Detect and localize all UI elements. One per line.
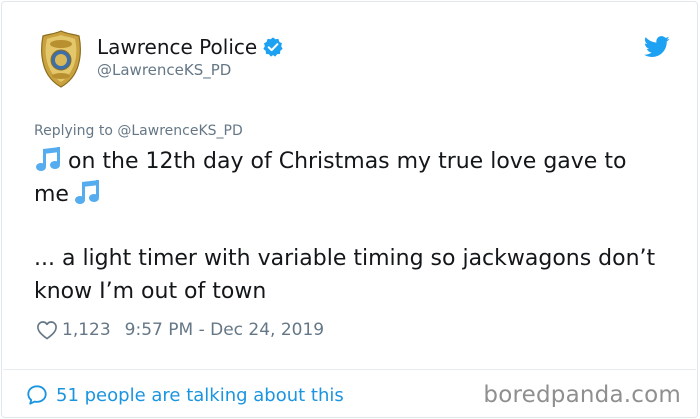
tweet-timestamp[interactable]: 9:57 PM - Dec 24, 2019 xyxy=(125,320,324,340)
footer-divider xyxy=(3,369,696,370)
verified-icon xyxy=(263,37,283,57)
tweet-meta: 1,123 9:57 PM - Dec 24, 2019 xyxy=(36,320,324,340)
tweet-text: on the 12th day of Christmas my true lov… xyxy=(34,146,664,308)
music-notes-icon xyxy=(36,147,60,171)
heart-icon[interactable] xyxy=(36,320,58,340)
like-count[interactable]: 1,123 xyxy=(62,320,111,340)
tweet-paragraph-2: ... a light timer with variable timing s… xyxy=(34,246,656,304)
tweet-card: Lawrence Police @LawrenceKS_PD Replying … xyxy=(1,1,698,418)
replying-to-text[interactable]: Replying to @LawrenceKS_PD xyxy=(34,123,243,139)
talking-about-text[interactable]: 51 people are talking about this xyxy=(56,385,344,406)
tweet-paragraph-1: on the 12th day of Christmas my true lov… xyxy=(34,146,664,211)
speech-bubble-icon xyxy=(27,385,47,405)
music-notes-icon xyxy=(74,179,99,204)
twitter-bird-icon[interactable] xyxy=(644,36,670,58)
talking-about-link[interactable]: 51 people are talking about this xyxy=(26,384,344,406)
police-badge-icon[interactable] xyxy=(40,30,82,88)
author-name[interactable]: Lawrence Police xyxy=(97,35,284,59)
boredpanda-watermark: boredpanda.com xyxy=(483,382,681,408)
author-name-text[interactable]: Lawrence Police xyxy=(97,35,257,59)
tweet-line-1: on the 12th day of Christmas my true lov… xyxy=(34,149,627,207)
author-handle[interactable]: @LawrenceKS_PD xyxy=(97,61,231,79)
